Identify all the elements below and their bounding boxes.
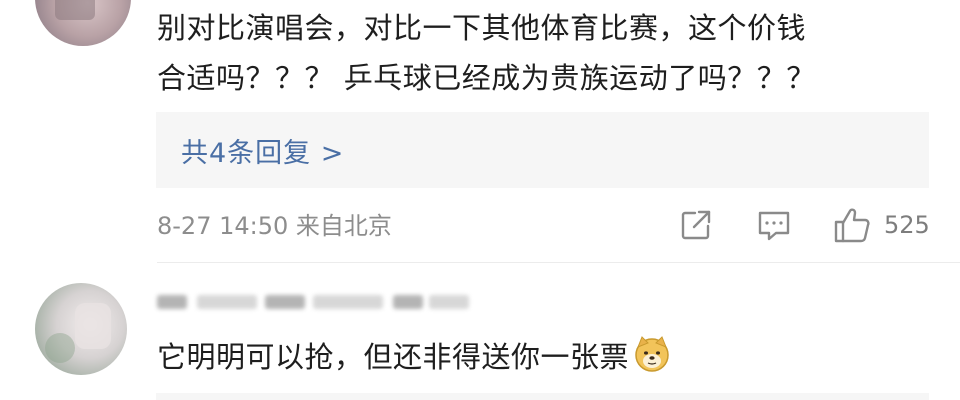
divider bbox=[157, 262, 960, 263]
avatar-image bbox=[75, 303, 111, 349]
share-icon[interactable] bbox=[678, 207, 714, 243]
username-redacted[interactable] bbox=[157, 283, 477, 323]
comment-meta: 8-27 14:50 来自北京 bbox=[157, 212, 392, 240]
replies-panel[interactable] bbox=[156, 393, 929, 400]
comment-text-line: 别对比演唱会，对比一下其他体育比赛，这个价钱 bbox=[157, 11, 807, 45]
comment-text: 它明明可以抢，但还非得送你一张票 bbox=[157, 340, 630, 374]
comment-text-line: 它明明可以抢，但还非得送你一张票 bbox=[157, 332, 671, 382]
replies-panel[interactable]: 共4条回复 > bbox=[156, 112, 929, 188]
avatar-image bbox=[45, 333, 75, 363]
comment-icon[interactable] bbox=[756, 207, 792, 243]
doge-emoji-icon bbox=[633, 335, 671, 373]
view-replies-link[interactable]: 共4条回复 > bbox=[181, 131, 344, 170]
thumbs-up-icon[interactable] bbox=[832, 205, 872, 245]
comment-feed: 别对比演唱会，对比一下其他体育比赛，这个价钱 合适吗？？？ 乒乓球已经成为贵族运… bbox=[0, 0, 960, 400]
like-count: 525 bbox=[884, 211, 930, 239]
avatar[interactable] bbox=[35, 0, 131, 46]
comment-actions: 525 bbox=[678, 205, 930, 245]
avatar-image bbox=[55, 0, 95, 20]
avatar[interactable] bbox=[35, 283, 127, 375]
comment-text-line: 合适吗？？？ 乒乓球已经成为贵族运动了吗？？？ bbox=[157, 61, 816, 95]
